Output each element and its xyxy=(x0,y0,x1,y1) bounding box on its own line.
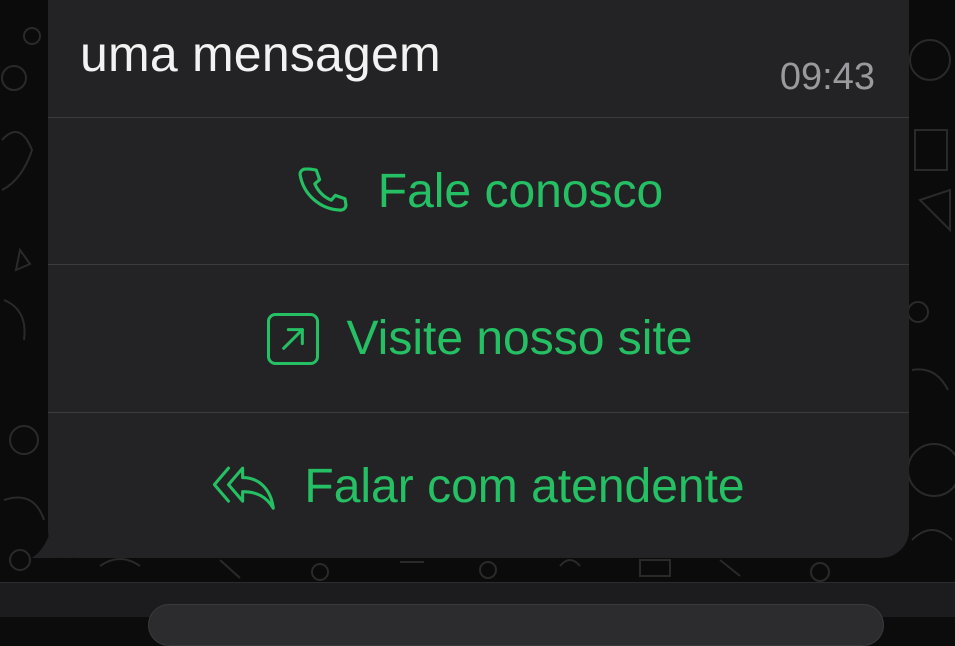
falar-com-atendente-label: Falar com atendente xyxy=(304,460,745,513)
message-input[interactable] xyxy=(148,604,884,646)
message-text: uma mensagem xyxy=(80,26,441,82)
reply-all-icon xyxy=(212,458,278,516)
message-time: 09:43 xyxy=(779,56,875,98)
phone-icon xyxy=(294,163,352,221)
visite-nosso-site-button[interactable]: Visite nosso site xyxy=(48,265,909,412)
message-bubble: uma mensagem 09:43 Fale conosco Visite n… xyxy=(48,0,909,558)
external-link-icon xyxy=(265,311,321,367)
fale-conosco-button[interactable]: Fale conosco xyxy=(48,118,909,265)
fale-conosco-label: Fale conosco xyxy=(377,165,664,218)
falar-com-atendente-button[interactable]: Falar com atendente xyxy=(48,413,909,558)
visite-nosso-site-label: Visite nosso site xyxy=(346,312,693,365)
